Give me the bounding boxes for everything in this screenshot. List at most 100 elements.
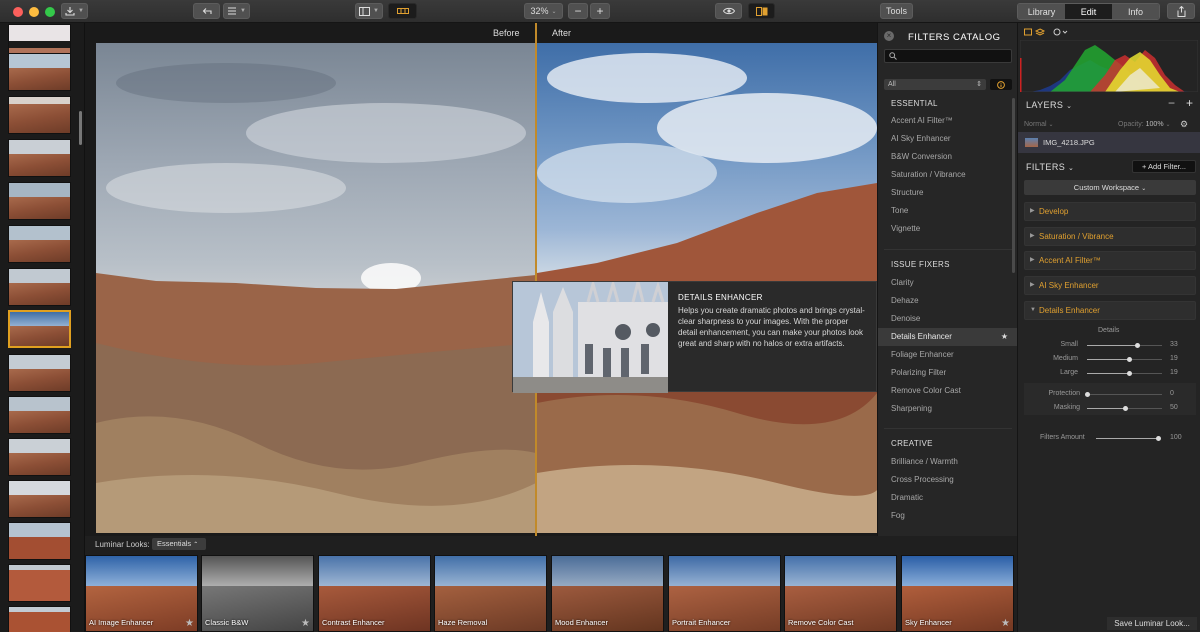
tools-dropdown[interactable]: Tools bbox=[880, 3, 913, 19]
catalog-item[interactable]: Polarizing Filter bbox=[878, 364, 1018, 382]
filmstrip-thumbnail[interactable] bbox=[8, 606, 71, 632]
filmstrip-thumbnail[interactable] bbox=[8, 268, 71, 306]
look-thumbnail[interactable]: Portrait Enhancer bbox=[668, 555, 781, 632]
minimize-window-button[interactable] bbox=[29, 7, 39, 17]
star-icon[interactable]: ★ bbox=[301, 618, 310, 629]
add-layer-button[interactable]: + bbox=[1186, 96, 1193, 110]
protection-slider-track[interactable] bbox=[1085, 392, 1162, 397]
look-thumbnail[interactable]: Classic B&W ★ bbox=[201, 555, 314, 632]
look-thumbnail[interactable]: Sky Enhancer ★ bbox=[901, 555, 1014, 632]
filmstrip-scrollbar[interactable] bbox=[79, 111, 82, 145]
catalog-item[interactable]: B&W Conversion bbox=[878, 148, 1018, 166]
protection-slider-knob[interactable] bbox=[1085, 392, 1090, 397]
filmstrip-thumbnail[interactable] bbox=[8, 182, 71, 220]
look-thumbnail[interactable]: Mood Enhancer bbox=[551, 555, 664, 632]
masking-slider-track[interactable] bbox=[1087, 406, 1162, 411]
zoom-out-button[interactable]: − bbox=[568, 3, 588, 19]
filmstrip-thumbnail[interactable] bbox=[8, 53, 71, 91]
small-slider-track[interactable] bbox=[1087, 343, 1162, 348]
look-thumbnail[interactable]: AI Image Enhancer ★ bbox=[85, 555, 198, 632]
catalog-item[interactable]: Structure bbox=[878, 184, 1018, 202]
zoom-dropdown[interactable]: 32% ⌄ bbox=[524, 3, 563, 19]
filter-section-details-enhancer[interactable]: ▼ Details Enhancer bbox=[1024, 301, 1196, 320]
filmstrip-thumbnail[interactable] bbox=[8, 96, 71, 134]
medium-slider-knob[interactable] bbox=[1127, 357, 1132, 362]
import-button[interactable]: ▼ bbox=[61, 3, 88, 19]
star-icon[interactable]: ★ bbox=[185, 618, 194, 629]
catalog-item[interactable]: Brilliance / Warmth bbox=[878, 453, 1018, 471]
filmstrip-thumbnail[interactable] bbox=[8, 564, 71, 602]
layer-row[interactable]: IMG_4218.JPG bbox=[1018, 132, 1200, 153]
catalog-item[interactable]: Foliage Enhancer bbox=[878, 346, 1018, 364]
tab-info[interactable]: Info bbox=[1112, 4, 1159, 19]
filter-section-accent-ai[interactable]: ▶ Accent AI Filter™ bbox=[1024, 251, 1196, 270]
large-slider-knob[interactable] bbox=[1127, 371, 1132, 376]
zoom-in-button[interactable]: + bbox=[590, 3, 610, 19]
photo-before[interactable] bbox=[96, 43, 536, 533]
catalog-item[interactable]: Dehaze bbox=[878, 292, 1018, 310]
filters-amount-slider-knob[interactable] bbox=[1156, 436, 1161, 441]
close-window-button[interactable] bbox=[13, 7, 23, 17]
filmstrip-thumbnail[interactable] bbox=[8, 522, 71, 560]
look-thumbnail[interactable]: Contrast Enhancer bbox=[318, 555, 431, 632]
workspace-dropdown[interactable]: Custom Workspace ⌄ bbox=[1024, 180, 1196, 195]
chevron-down-icon[interactable]: ⌄ bbox=[1066, 103, 1072, 110]
filter-section-develop[interactable]: ▶ Develop bbox=[1024, 202, 1196, 221]
catalog-item[interactable]: Saturation / Vibrance bbox=[878, 166, 1018, 184]
catalog-item[interactable]: Cross Processing bbox=[878, 471, 1018, 489]
before-after-divider[interactable] bbox=[535, 23, 537, 536]
filmstrip bbox=[0, 23, 85, 632]
catalog-item[interactable]: Vignette bbox=[878, 220, 1018, 238]
gear-icon[interactable]: ⚙ bbox=[1180, 119, 1188, 130]
star-icon[interactable]: ★ bbox=[1001, 328, 1008, 346]
filmstrip-thumbnail[interactable] bbox=[8, 225, 71, 263]
catalog-item[interactable]: Clarity bbox=[878, 274, 1018, 292]
look-thumbnail[interactable]: Haze Removal bbox=[434, 555, 547, 632]
view-layout-button[interactable]: ▼ bbox=[355, 3, 383, 19]
filmstrip-thumbnail[interactable] bbox=[8, 438, 71, 476]
catalog-item[interactable]: Accent AI Filter™ bbox=[878, 112, 1018, 130]
close-icon[interactable]: × bbox=[884, 31, 894, 41]
filmstrip-thumbnail[interactable] bbox=[8, 354, 71, 392]
medium-slider-track[interactable] bbox=[1087, 357, 1162, 362]
catalog-item[interactable]: Remove Color Cast bbox=[878, 382, 1018, 400]
looks-category-dropdown[interactable]: Essentials ⌃ bbox=[152, 538, 206, 550]
catalog-info-button[interactable] bbox=[990, 79, 1012, 90]
star-icon[interactable]: ★ bbox=[1001, 618, 1010, 629]
filters-amount-slider-track[interactable] bbox=[1096, 436, 1161, 441]
compare-button[interactable] bbox=[748, 3, 775, 19]
catalog-search-input[interactable] bbox=[884, 49, 1012, 63]
small-slider-knob[interactable] bbox=[1135, 343, 1140, 348]
catalog-item[interactable]: Dramatic bbox=[878, 489, 1018, 507]
filter-section-sky-enhancer[interactable]: ▶ AI Sky Enhancer bbox=[1024, 276, 1196, 295]
opacity-control[interactable]: Opacity: 100% ⌄ bbox=[1118, 121, 1171, 128]
chevron-down-icon[interactable]: ⌄ bbox=[1068, 165, 1074, 172]
share-button[interactable] bbox=[1167, 3, 1195, 19]
catalog-item[interactable]: Tone bbox=[878, 202, 1018, 220]
blend-mode-dropdown[interactable]: Normal ⌄ bbox=[1024, 121, 1054, 128]
filmstrip-thumbnail-selected[interactable] bbox=[8, 310, 71, 348]
catalog-item[interactable]: Fog bbox=[878, 507, 1018, 525]
history-button[interactable]: ▼ bbox=[223, 3, 250, 19]
remove-layer-button[interactable]: − bbox=[1168, 96, 1175, 110]
preview-button[interactable] bbox=[715, 3, 742, 19]
look-thumbnail[interactable]: Remove Color Cast bbox=[784, 555, 897, 632]
filmstrip-thumbnail[interactable] bbox=[8, 396, 71, 434]
catalog-item[interactable]: Denoise bbox=[878, 310, 1018, 328]
tab-edit[interactable]: Edit bbox=[1065, 4, 1112, 19]
filmstrip-thumbnail[interactable] bbox=[8, 480, 71, 518]
tab-library[interactable]: Library bbox=[1018, 4, 1065, 19]
undo-button[interactable] bbox=[193, 3, 220, 19]
catalog-item[interactable]: Sharpening bbox=[878, 400, 1018, 418]
zoom-window-button[interactable] bbox=[45, 7, 55, 17]
add-filter-button[interactable]: + Add Filter... bbox=[1132, 160, 1196, 173]
save-luminar-look-button[interactable]: Save Luminar Look... bbox=[1107, 617, 1197, 630]
catalog-item[interactable]: AI Sky Enhancer bbox=[878, 130, 1018, 148]
filmstrip-thumbnail[interactable] bbox=[8, 139, 71, 177]
large-slider-track[interactable] bbox=[1087, 371, 1162, 376]
filter-section-saturation[interactable]: ▶ Saturation / Vibrance bbox=[1024, 227, 1196, 246]
catalog-filter-dropdown[interactable]: All ⇕ bbox=[884, 79, 986, 90]
filmstrip-toggle-button[interactable] bbox=[388, 3, 417, 19]
masking-slider-knob[interactable] bbox=[1123, 406, 1128, 411]
catalog-item-selected[interactable]: Details Enhancer ★ bbox=[878, 328, 1018, 346]
